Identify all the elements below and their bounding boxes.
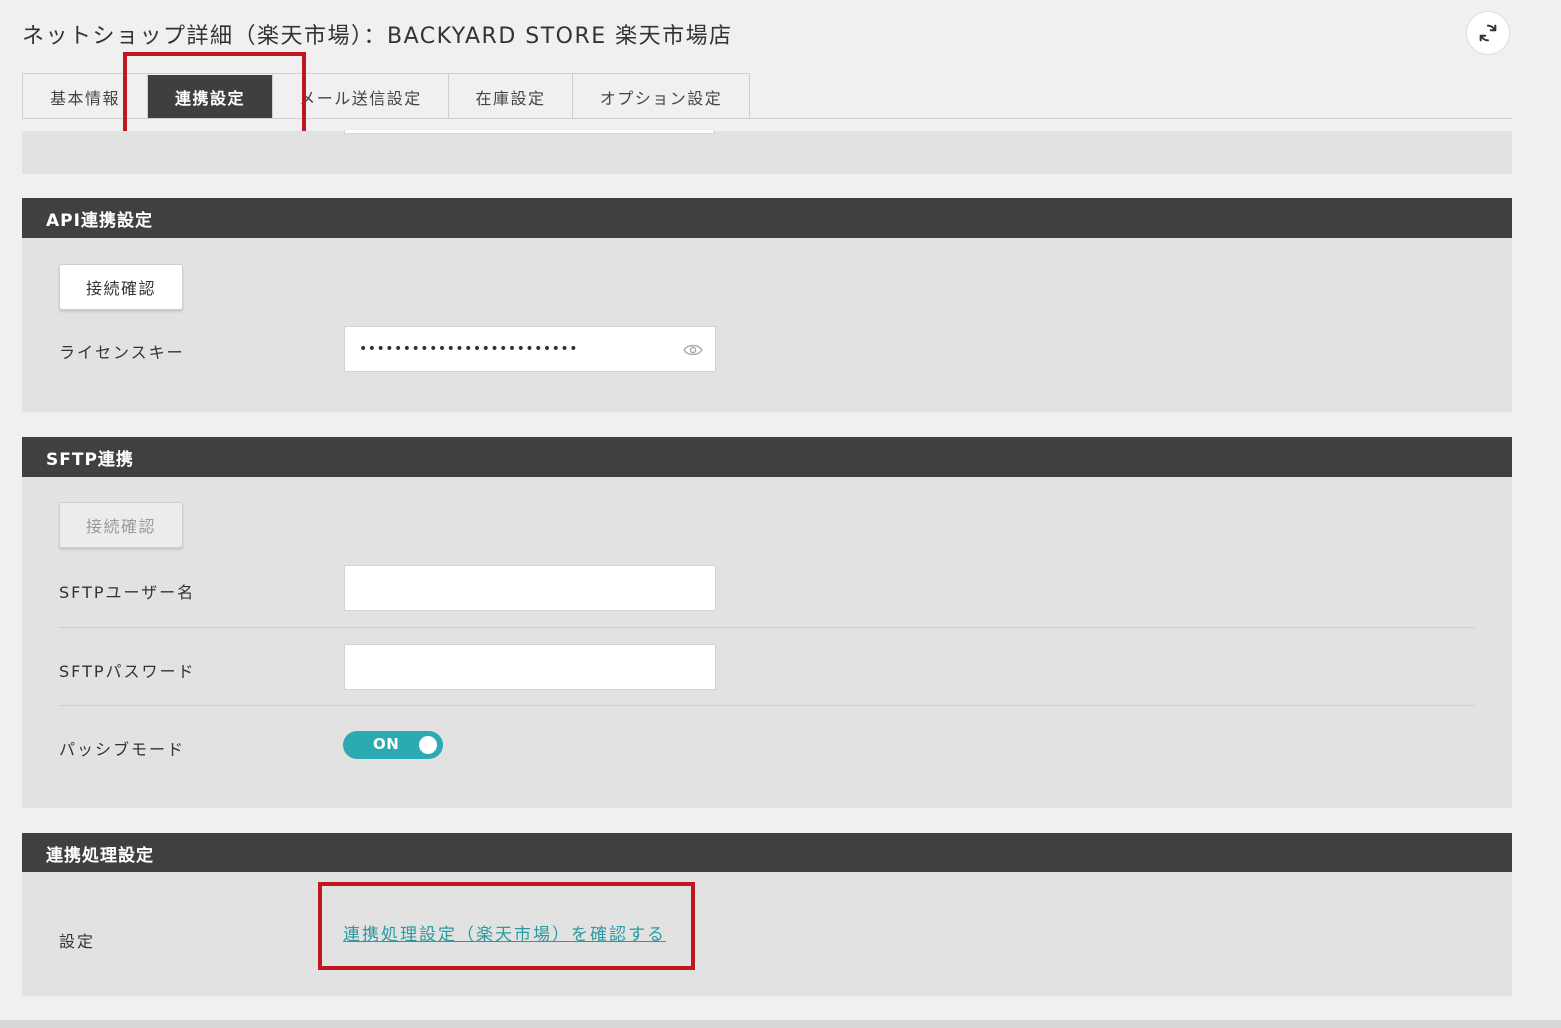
toggle-knob bbox=[419, 736, 437, 754]
tab-label: オプション設定 bbox=[599, 88, 723, 108]
passive-mode-label: パッシブモード bbox=[59, 740, 186, 759]
bottom-bar bbox=[0, 1020, 1561, 1028]
process-section-header: 連携処理設定 bbox=[22, 833, 1512, 873]
previous-section-tail bbox=[22, 130, 1512, 174]
sftp-username-input[interactable] bbox=[344, 565, 716, 611]
api-check-connection-button[interactable]: 接続確認 bbox=[59, 264, 183, 310]
tab-label: 在庫設定 bbox=[475, 88, 546, 108]
license-key-value: ••••••••••••••••••••••••• bbox=[359, 341, 578, 357]
tab-integration-settings[interactable]: 連携設定 bbox=[147, 73, 273, 119]
sftp-section-header: SFTP連携 bbox=[22, 437, 1512, 477]
setting-label: 設定 bbox=[59, 932, 96, 951]
sftp-username-label: SFTPユーザー名 bbox=[59, 583, 196, 602]
toggle-state-label: ON bbox=[373, 735, 400, 753]
sftp-check-connection-button[interactable]: 接続確認 bbox=[59, 502, 183, 548]
license-key-label: ライセンスキー bbox=[59, 343, 185, 362]
tab-stock-settings[interactable]: 在庫設定 bbox=[448, 73, 573, 119]
section-title: SFTP連携 bbox=[46, 449, 134, 470]
row-divider bbox=[59, 705, 1475, 706]
tab-divider bbox=[22, 118, 1512, 119]
eye-icon[interactable] bbox=[683, 343, 703, 357]
section-title: API連携設定 bbox=[46, 210, 153, 231]
section-title: 連携処理設定 bbox=[46, 845, 154, 866]
api-section-body: 接続確認 ライセンスキー ••••••••••••••••••••••••• bbox=[22, 238, 1512, 412]
sftp-password-label: SFTPパスワード bbox=[59, 662, 196, 681]
input-stub bbox=[344, 130, 714, 134]
sftp-password-input[interactable] bbox=[344, 644, 716, 690]
tab-label: 連携設定 bbox=[174, 89, 245, 108]
process-settings-link[interactable]: 連携処理設定（楽天市場）を確認する bbox=[343, 920, 666, 945]
tab-label: 基本情報 bbox=[49, 88, 120, 108]
tab-label: メール送信設定 bbox=[299, 88, 422, 108]
passive-mode-toggle[interactable]: ON bbox=[343, 731, 443, 759]
license-key-input[interactable]: ••••••••••••••••••••••••• bbox=[344, 326, 716, 372]
page-title: ネットショップ詳細（楽天市場）：BACKYARD STORE 楽天市場店 bbox=[22, 24, 733, 49]
tab-basic-info[interactable]: 基本情報 bbox=[22, 73, 148, 119]
tab-mail-settings[interactable]: メール送信設定 bbox=[272, 73, 449, 119]
row-divider bbox=[59, 627, 1475, 628]
sftp-section-body: 接続確認 SFTPユーザー名 SFTPパスワード パッシブモード ON bbox=[22, 477, 1512, 808]
refresh-button[interactable] bbox=[1466, 11, 1510, 55]
tab-option-settings[interactable]: オプション設定 bbox=[572, 73, 750, 119]
api-section-header: API連携設定 bbox=[22, 198, 1512, 238]
tab-bar: 基本情報 連携設定 メール送信設定 在庫設定 オプション設定 bbox=[22, 73, 750, 119]
refresh-icon bbox=[1479, 24, 1497, 42]
process-section-body: 設定 連携処理設定（楽天市場）を確認する bbox=[22, 872, 1512, 996]
